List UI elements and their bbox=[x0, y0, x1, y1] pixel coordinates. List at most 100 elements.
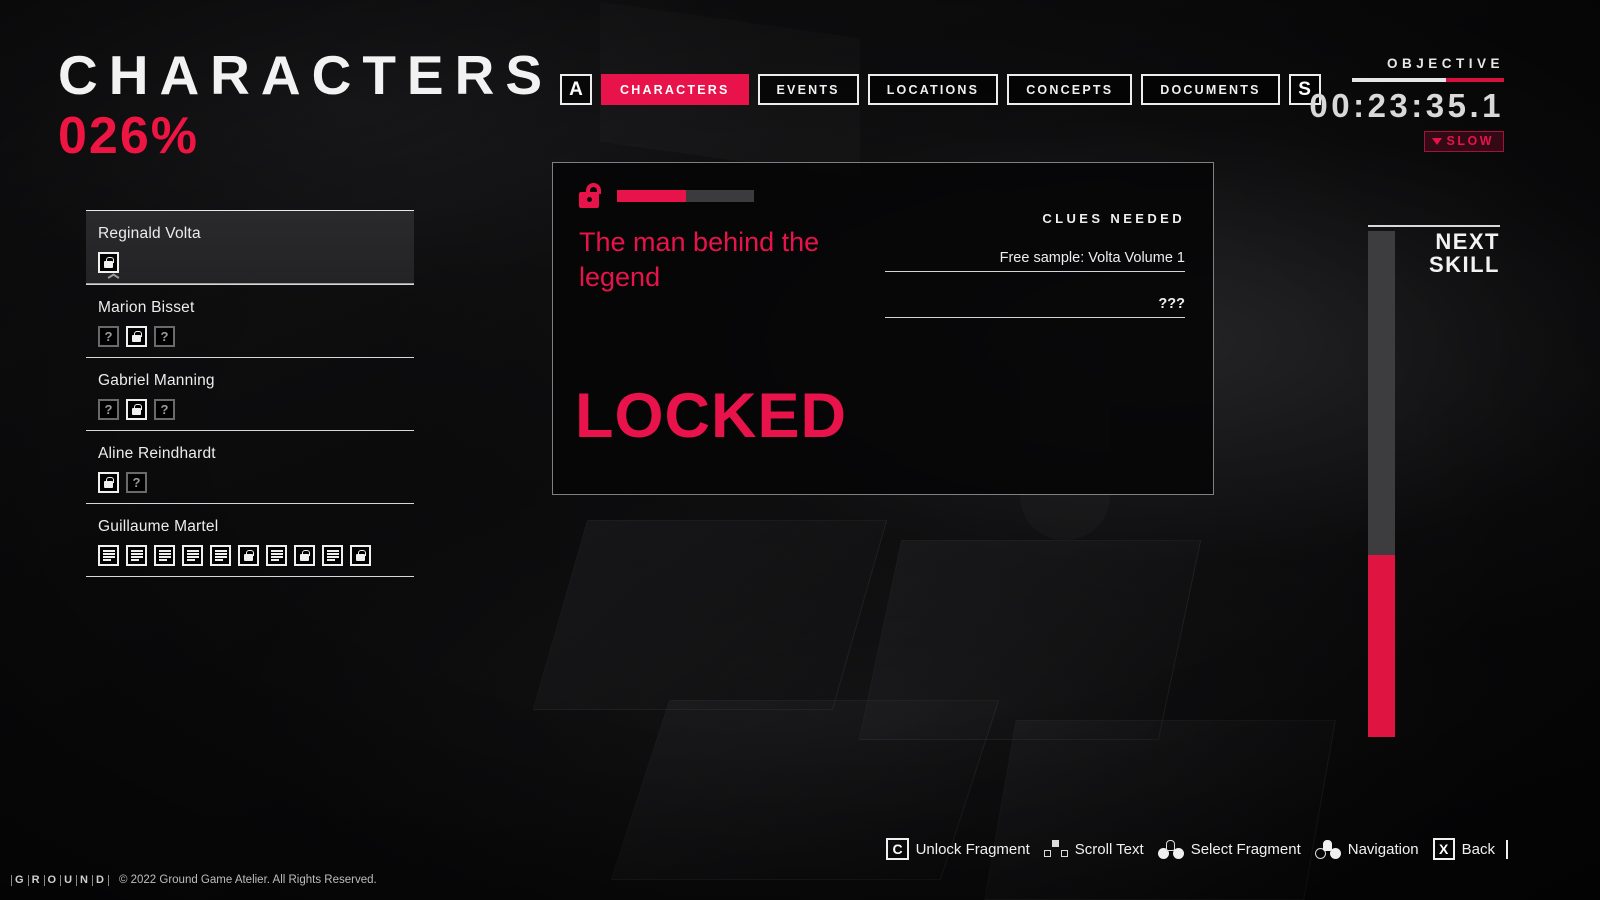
document-icon[interactable] bbox=[98, 545, 119, 566]
next-skill-line2: SKILL bbox=[1428, 252, 1500, 278]
document-icon[interactable] bbox=[154, 545, 175, 566]
hint-select-fragment[interactable]: Select Fragment bbox=[1157, 839, 1301, 859]
clues-needed-section: CLUES NEEDED Free sample: Volta Volume 1… bbox=[885, 211, 1185, 342]
prev-tab-key[interactable]: A bbox=[560, 74, 592, 105]
cursor-bar bbox=[1506, 839, 1508, 859]
lock-glyph bbox=[300, 550, 310, 561]
document-icon[interactable] bbox=[210, 545, 231, 566]
lock-icon[interactable] bbox=[98, 472, 119, 493]
dpad-icon bbox=[1043, 839, 1068, 859]
category-tab-bar[interactable]: A CHARACTERS EVENTS LOCATIONS CONCEPTS DOCUM… bbox=[560, 74, 1321, 105]
character-row[interactable]: Guillaume Martel bbox=[86, 503, 414, 576]
lock-glyph bbox=[356, 550, 366, 561]
document-glyph bbox=[326, 549, 339, 562]
fragment-icon-row: ?? bbox=[98, 399, 414, 420]
document-icon[interactable] bbox=[322, 545, 343, 566]
hint-navigation[interactable]: Navigation bbox=[1314, 839, 1419, 859]
logo-divider bbox=[76, 874, 78, 886]
right-stick-icon bbox=[1314, 839, 1341, 859]
character-row[interactable]: Marion Bisset?? bbox=[86, 284, 414, 357]
unlock-icon bbox=[579, 183, 603, 208]
objective-bar-white bbox=[1352, 78, 1447, 82]
document-glyph bbox=[214, 549, 227, 562]
lock-glyph bbox=[132, 331, 142, 342]
key-x-icon[interactable]: X bbox=[1432, 838, 1455, 860]
lock-icon[interactable] bbox=[98, 252, 119, 273]
fragment-icon-row: ? bbox=[98, 472, 414, 493]
next-skill-label: NEXT SKILL bbox=[1416, 230, 1500, 276]
status-badge-label: SLOW bbox=[1446, 134, 1494, 149]
document-glyph bbox=[130, 549, 143, 562]
character-name: Guillaume Martel bbox=[98, 518, 219, 535]
document-icon[interactable] bbox=[126, 545, 147, 566]
clue-item: ??? bbox=[885, 296, 1185, 318]
objective-label: OBJECTIVE bbox=[1386, 56, 1504, 71]
skill-top-cap bbox=[1368, 225, 1500, 227]
logo-divider bbox=[43, 874, 45, 886]
lock-glyph bbox=[104, 257, 114, 268]
tab-documents[interactable]: DOCUMENTS bbox=[1141, 74, 1280, 105]
question-icon[interactable]: ? bbox=[98, 399, 119, 420]
skill-fill bbox=[1368, 554, 1395, 737]
lock-icon[interactable] bbox=[294, 545, 315, 566]
lock-glyph bbox=[244, 550, 254, 561]
logo-letter: N bbox=[80, 874, 89, 886]
next-skill-meter: NEXT SKILL bbox=[1368, 225, 1500, 737]
logo-divider bbox=[60, 874, 62, 886]
question-icon[interactable]: ? bbox=[98, 326, 119, 347]
document-glyph bbox=[158, 549, 171, 562]
hint-label: Select Fragment bbox=[1190, 840, 1301, 858]
page-title: CHARACTERS bbox=[58, 44, 553, 106]
tab-locations[interactable]: LOCATIONS bbox=[867, 74, 999, 105]
key-c-icon[interactable]: C bbox=[886, 838, 909, 860]
character-row[interactable]: Aline Reindhardt? bbox=[86, 430, 414, 503]
hint-label: Navigation bbox=[1347, 840, 1419, 858]
character-name: Reginald Volta bbox=[98, 225, 201, 242]
tab-characters[interactable]: CHARACTERS bbox=[601, 74, 749, 105]
hint-back[interactable]: X Back bbox=[1432, 838, 1508, 860]
logo-divider bbox=[11, 874, 12, 886]
document-glyph bbox=[186, 549, 199, 562]
logo-divider bbox=[27, 874, 29, 886]
hint-label: Unlock Fragment bbox=[915, 840, 1030, 858]
document-icon[interactable] bbox=[266, 545, 287, 566]
logo-divider bbox=[91, 874, 93, 886]
character-row[interactable]: Reginald Volta bbox=[86, 210, 414, 284]
list-bottom-divider bbox=[86, 576, 414, 577]
question-icon[interactable]: ? bbox=[154, 399, 175, 420]
lock-icon[interactable] bbox=[238, 545, 259, 566]
question-icon[interactable]: ? bbox=[126, 472, 147, 493]
bg-floor-tile bbox=[984, 720, 1336, 900]
footer: GROUND © 2022 Ground Game Atelier. All R… bbox=[8, 874, 377, 886]
question-icon[interactable]: ? bbox=[154, 326, 175, 347]
status-badge: SLOW bbox=[1423, 131, 1504, 153]
question-glyph: ? bbox=[160, 402, 169, 417]
completion-percent: 026% bbox=[58, 107, 199, 165]
question-glyph: ? bbox=[132, 475, 141, 490]
fragment-progress-bar bbox=[617, 189, 754, 202]
character-name: Marion Bisset bbox=[98, 299, 195, 316]
logo-letter: G bbox=[15, 874, 25, 886]
lock-glyph bbox=[104, 477, 114, 488]
clues-needed-title: CLUES NEEDED bbox=[1042, 211, 1185, 226]
left-stick-icon bbox=[1157, 839, 1184, 859]
lock-icon[interactable] bbox=[126, 399, 147, 420]
character-list[interactable]: Reginald Volta Marion Bisset?? Gabriel Man… bbox=[86, 210, 414, 577]
tab-concepts[interactable]: CONCEPTS bbox=[1007, 74, 1133, 105]
hint-scroll-text[interactable]: Scroll Text bbox=[1043, 839, 1144, 859]
skill-track bbox=[1368, 231, 1395, 737]
character-row[interactable]: Gabriel Manning?? bbox=[86, 357, 414, 430]
lock-icon[interactable] bbox=[126, 326, 147, 347]
question-glyph: ? bbox=[104, 402, 113, 417]
question-glyph: ? bbox=[160, 329, 169, 344]
fragment-progress-fill bbox=[617, 189, 686, 202]
studio-logo: GROUND bbox=[8, 874, 112, 886]
document-icon[interactable] bbox=[182, 545, 203, 566]
lock-icon[interactable] bbox=[350, 545, 371, 566]
bg-floor-tile bbox=[532, 520, 888, 710]
objective-timer: OBJECTIVE 00:23:35.1 SLOW bbox=[1274, 56, 1504, 153]
tab-events[interactable]: EVENTS bbox=[757, 74, 859, 105]
logo-divider bbox=[107, 874, 109, 886]
hint-unlock-fragment[interactable]: C Unlock Fragment bbox=[886, 838, 1030, 860]
logo-letter: O bbox=[47, 874, 58, 886]
